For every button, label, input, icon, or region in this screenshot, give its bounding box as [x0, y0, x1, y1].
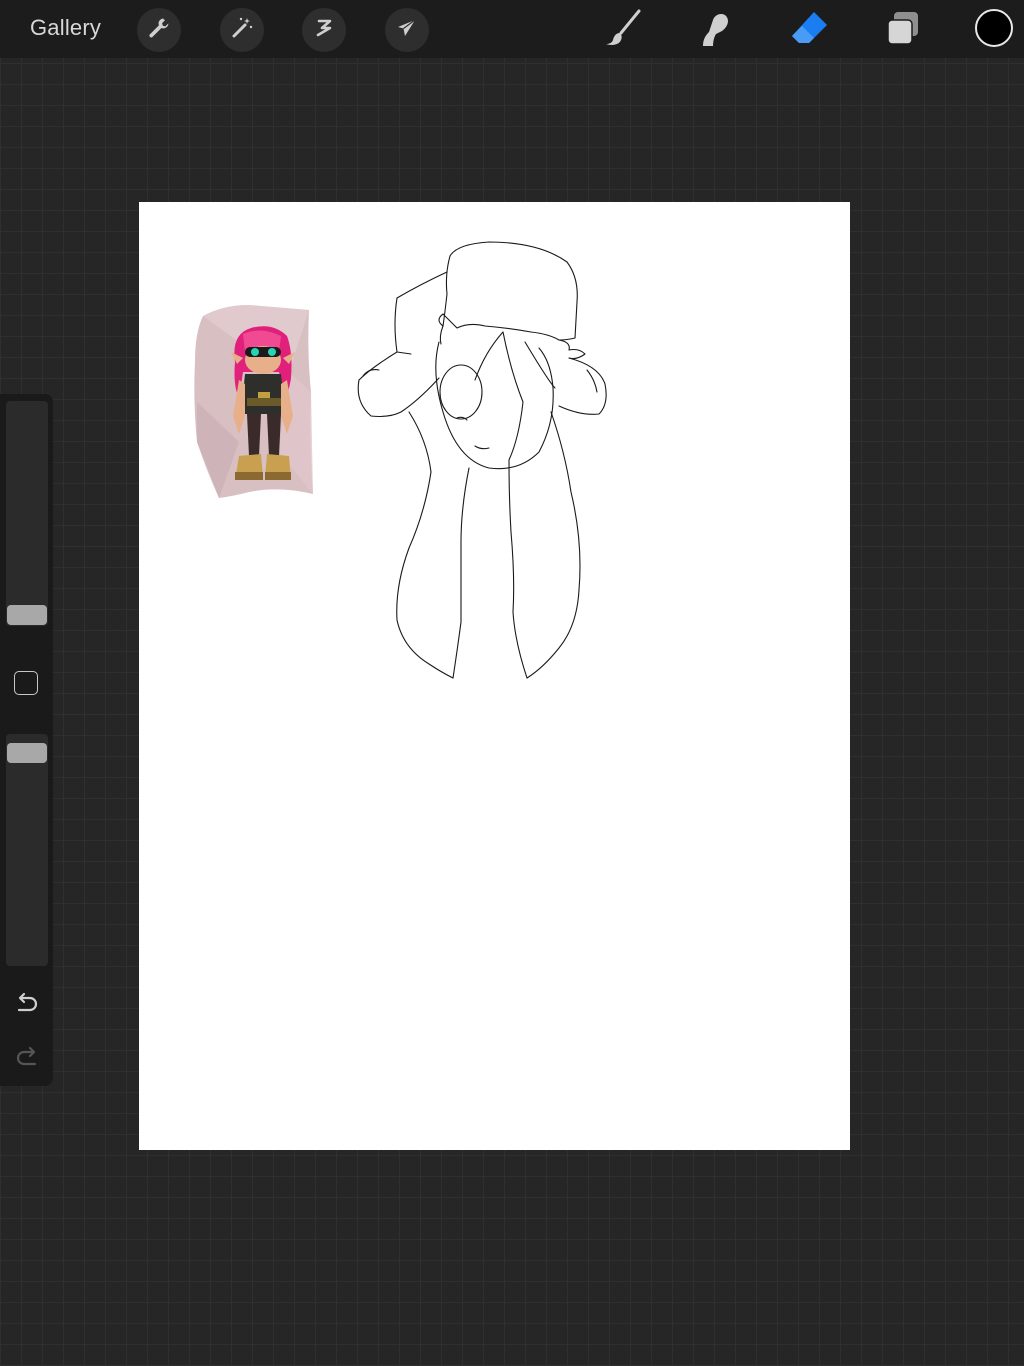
smudge-button[interactable]: [692, 7, 738, 53]
top-toolbar: Gallery: [0, 0, 1024, 58]
undo-icon: [13, 990, 41, 1023]
selection-button[interactable]: [302, 8, 346, 52]
opacity-slider[interactable]: [6, 734, 48, 966]
color-picker-button[interactable]: [975, 9, 1013, 47]
redo-icon: [13, 1044, 41, 1077]
layers-button[interactable]: [879, 7, 925, 53]
redo-button[interactable]: [12, 1045, 42, 1075]
brush-icon: [600, 6, 644, 55]
adjustments-button[interactable]: [220, 8, 264, 52]
selection-s-icon: [311, 15, 337, 46]
actions-button[interactable]: [137, 8, 181, 52]
brush-size-slider[interactable]: [6, 401, 48, 626]
wrench-icon: [146, 15, 172, 46]
gallery-button[interactable]: Gallery: [30, 15, 101, 41]
reference-image[interactable]: [194, 305, 313, 498]
undo-button[interactable]: [12, 991, 42, 1021]
eraser-icon: [787, 6, 831, 55]
eraser-button[interactable]: [786, 7, 832, 53]
transform-button[interactable]: [385, 8, 429, 52]
modify-button[interactable]: [14, 671, 38, 695]
magic-wand-icon: [229, 15, 255, 46]
line-art-sketch: [357, 241, 607, 679]
brush-size-slider-thumb[interactable]: [7, 605, 47, 625]
arrow-cursor-icon: [394, 15, 420, 46]
left-sidebar: [0, 394, 53, 1086]
brush-button[interactable]: [599, 7, 645, 53]
opacity-slider-thumb[interactable]: [7, 743, 47, 763]
drawing-canvas[interactable]: [139, 202, 850, 1150]
layers-icon: [880, 6, 924, 55]
smudge-finger-icon: [693, 6, 737, 55]
